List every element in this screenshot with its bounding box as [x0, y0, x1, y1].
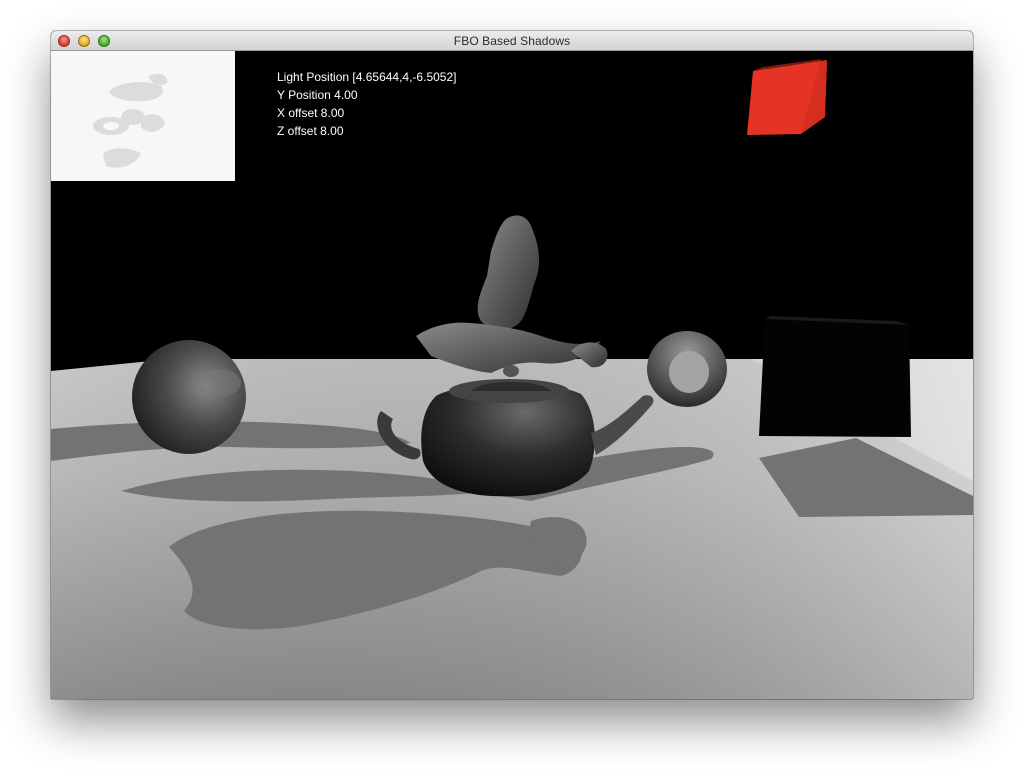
- torus-object: [647, 331, 727, 407]
- x-offset-label: X offset 8.00: [277, 106, 345, 120]
- gl-viewport[interactable]: Light Position [4.65644,4,-6.5052] Y Pos…: [51, 51, 973, 699]
- shadow-map-texture: [51, 51, 235, 181]
- shadow-map-preview: [51, 51, 235, 181]
- app-window: FBO Based Shadows Light Position [4.6564…: [51, 31, 973, 699]
- z-offset-label: Z offset 8.00: [277, 124, 344, 138]
- window-title: FBO Based Shadows: [453, 34, 571, 48]
- light-position-label: Light Position [4.65644,4,-6.5052]: [277, 70, 457, 84]
- y-position-label: Y Position 4.00: [277, 88, 358, 102]
- cube-object: [759, 316, 911, 437]
- sphere-object: [132, 340, 246, 454]
- debug-overlay: Light Position [4.65644,4,-6.5052] Y Pos…: [277, 68, 456, 140]
- title-bar[interactable]: FBO Based Shadows: [51, 31, 973, 51]
